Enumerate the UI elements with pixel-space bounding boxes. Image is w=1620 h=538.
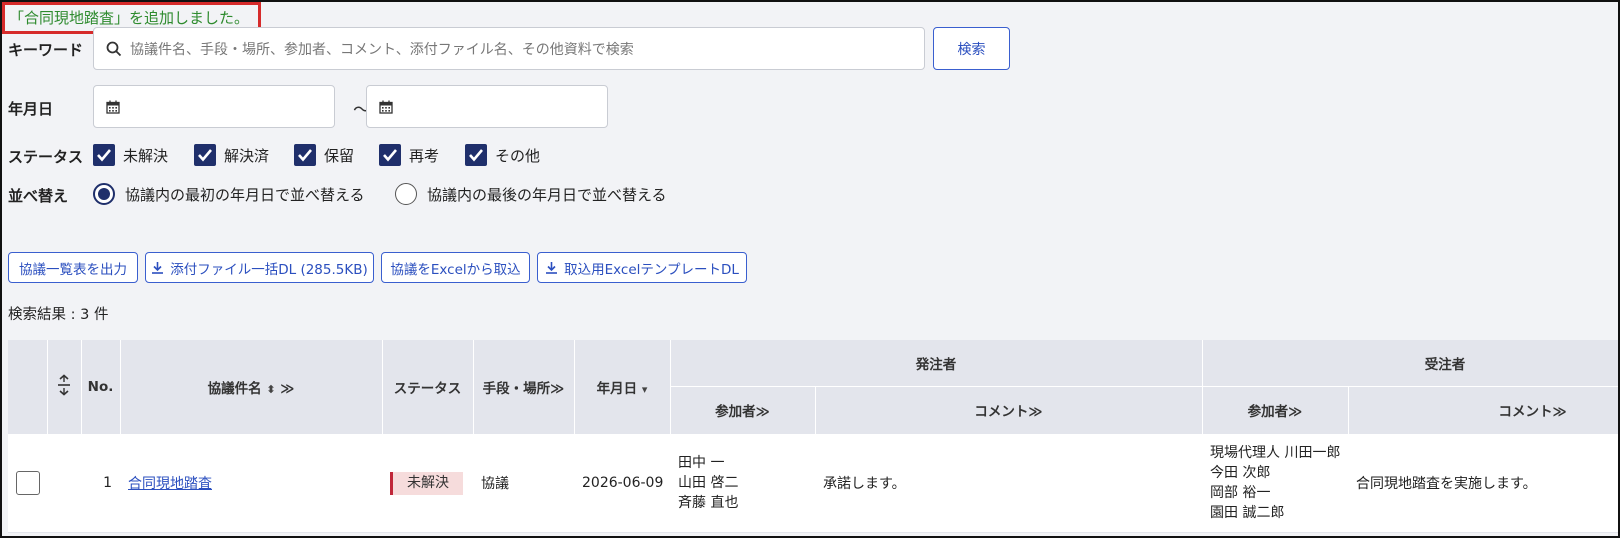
expand-collapse-toggle[interactable] [47, 340, 82, 435]
row-contractor-comment: 合同現地踏査を実施します。 [1348, 434, 1620, 533]
search-button[interactable]: 検索 [933, 27, 1010, 70]
sort-both-icon: ⬍ [266, 382, 276, 396]
keyword-label: キーワード [8, 41, 84, 59]
participant-name: 斉藤 直也 [678, 495, 739, 511]
participant-name: 今田 次郎 [1210, 465, 1271, 481]
expand-vertical-icon [57, 374, 71, 396]
sort-option-label: 協議内の最後の年月日で並べ替える [427, 185, 667, 204]
row-date: 2026-06-09 [574, 434, 670, 533]
header-date-label: 年月日 [596, 380, 638, 397]
bulk-download-label: 添付ファイル一括DL (285.5KB) [170, 261, 368, 278]
sort-option-label: 協議内の最初の年月日で並べ替える [125, 185, 365, 204]
export-list-label: 協議一覧表を出力 [19, 261, 127, 278]
search-icon [106, 41, 122, 57]
keyword-search-input[interactable]: 協議件名、手段・場所、参加者、コメント、添付ファイル名、その他資料で検索 [93, 27, 925, 70]
header-contractor-comment[interactable]: コメント≫ [1348, 386, 1620, 435]
status-option-label: 保留 [324, 146, 355, 165]
header-orderer-comment[interactable]: コメント≫ [815, 386, 1203, 435]
expand-column-icon: ≫ [1028, 404, 1043, 420]
checkbox-checked-icon [465, 144, 487, 166]
sort-desc-icon: ▾ [641, 382, 648, 396]
status-checkbox-hold[interactable]: 保留 [294, 144, 354, 166]
row-orderer-participants: 田中 一 山田 啓二 斉藤 直也 [670, 434, 815, 533]
status-checkbox-other[interactable]: その他 [465, 144, 540, 166]
status-checkbox-reconsider[interactable]: 再考 [379, 144, 439, 166]
header-comment-label: コメント [1498, 404, 1553, 420]
participant-name: 園田 誠二郎 [1210, 505, 1285, 521]
radio-unselected-icon [395, 183, 417, 205]
expand-column-icon: ≫ [1288, 404, 1303, 420]
header-contractor-participants[interactable]: 参加者≫ [1202, 386, 1349, 435]
sort-radio-last-date[interactable]: 協議内の最後の年月日で並べ替える [395, 183, 667, 205]
download-icon [151, 261, 164, 274]
status-option-label: 解決済 [224, 146, 270, 165]
checkbox-checked-icon [379, 144, 401, 166]
radio-selected-icon [93, 183, 115, 205]
header-method-label: 手段・場所 [482, 380, 551, 397]
participant-name: 岡部 裕一 [1210, 485, 1271, 501]
expand-column-icon: ≫ [1552, 404, 1567, 420]
sort-radio-first-date[interactable]: 協議内の最初の年月日で並べ替える [93, 183, 365, 205]
checkbox-checked-icon [294, 144, 316, 166]
date-from-input[interactable] [93, 85, 335, 128]
header-orderer: 発注者 [670, 340, 1203, 387]
header-participants-label: 参加者 [715, 404, 756, 420]
download-icon [545, 261, 558, 274]
header-contractor: 受注者 [1202, 340, 1620, 387]
status-checkbox-resolved[interactable]: 解決済 [194, 144, 269, 166]
result-count: 検索結果 : 3 件 [8, 307, 109, 323]
bulk-download-button[interactable]: 添付ファイル一括DL (285.5KB) [145, 252, 374, 283]
header-title[interactable]: 協議件名 ⬍ ≫ [120, 340, 383, 435]
select-column-header [8, 340, 48, 435]
participant-name: 山田 啓二 [678, 475, 739, 491]
checkbox-checked-icon [194, 144, 216, 166]
table-row[interactable]: 1 合同現地踏査 未解決 協議 2026-06-09 田中 一 山田 啓二 斉藤… [8, 434, 1620, 533]
import-excel-label: 協議をExcelから取込 [390, 261, 521, 278]
header-comment-label: コメント [974, 404, 1029, 420]
header-status: ステータス [382, 340, 474, 435]
sort-label: 並べ替え [8, 187, 69, 205]
export-list-button[interactable]: 協議一覧表を出力 [8, 252, 138, 283]
row-select-checkbox[interactable] [15, 471, 40, 495]
date-to-input[interactable] [366, 85, 608, 128]
calendar-icon [379, 100, 393, 114]
expand-column-icon: ≫ [280, 380, 295, 397]
row-method: 協議 [473, 434, 574, 533]
status-option-label: その他 [495, 146, 541, 165]
header-participants-label: 参加者 [1247, 404, 1289, 420]
header-no: No. [81, 340, 121, 435]
row-title-link[interactable]: 合同現地踏査 [128, 476, 212, 492]
participant-name: 田中 一 [678, 455, 725, 471]
header-title-label: 協議件名 [207, 380, 262, 397]
status-label: ステータス [8, 148, 84, 166]
date-label: 年月日 [8, 100, 54, 118]
status-badge: 未解決 [390, 471, 463, 495]
template-download-button[interactable]: 取込用ExcelテンプレートDL [537, 252, 747, 283]
participant-name: 現場代理人 川田一郎 [1210, 445, 1341, 461]
status-option-label: 未解決 [123, 146, 169, 165]
checkbox-checked-icon [93, 144, 115, 166]
header-orderer-participants[interactable]: 参加者≫ [670, 386, 816, 435]
template-download-label: 取込用ExcelテンプレートDL [564, 261, 739, 278]
row-orderer-comment: 承諾します。 [815, 434, 1202, 533]
row-contractor-participants: 現場代理人 川田一郎 今田 次郎 岡部 裕一 園田 誠二郎 [1202, 434, 1348, 533]
header-date[interactable]: 年月日 ▾ [574, 340, 671, 435]
row-spacer [47, 434, 81, 533]
import-excel-button[interactable]: 協議をExcelから取込 [381, 252, 530, 283]
row-no: 1 [81, 434, 120, 533]
header-method[interactable]: 手段・場所≫ [473, 340, 575, 435]
calendar-icon [106, 100, 120, 114]
status-option-label: 再考 [409, 146, 440, 165]
expand-column-icon: ≫ [755, 404, 770, 420]
expand-column-icon: ≫ [550, 380, 565, 397]
status-checkbox-unresolved[interactable]: 未解決 [93, 144, 168, 166]
keyword-placeholder: 協議件名、手段・場所、参加者、コメント、添付ファイル名、その他資料で検索 [130, 41, 634, 58]
consultation-table: No. 協議件名 ⬍ ≫ ステータス 手段・場所≫ 年月日 ▾ 発注者 受注者 … [8, 340, 1620, 538]
